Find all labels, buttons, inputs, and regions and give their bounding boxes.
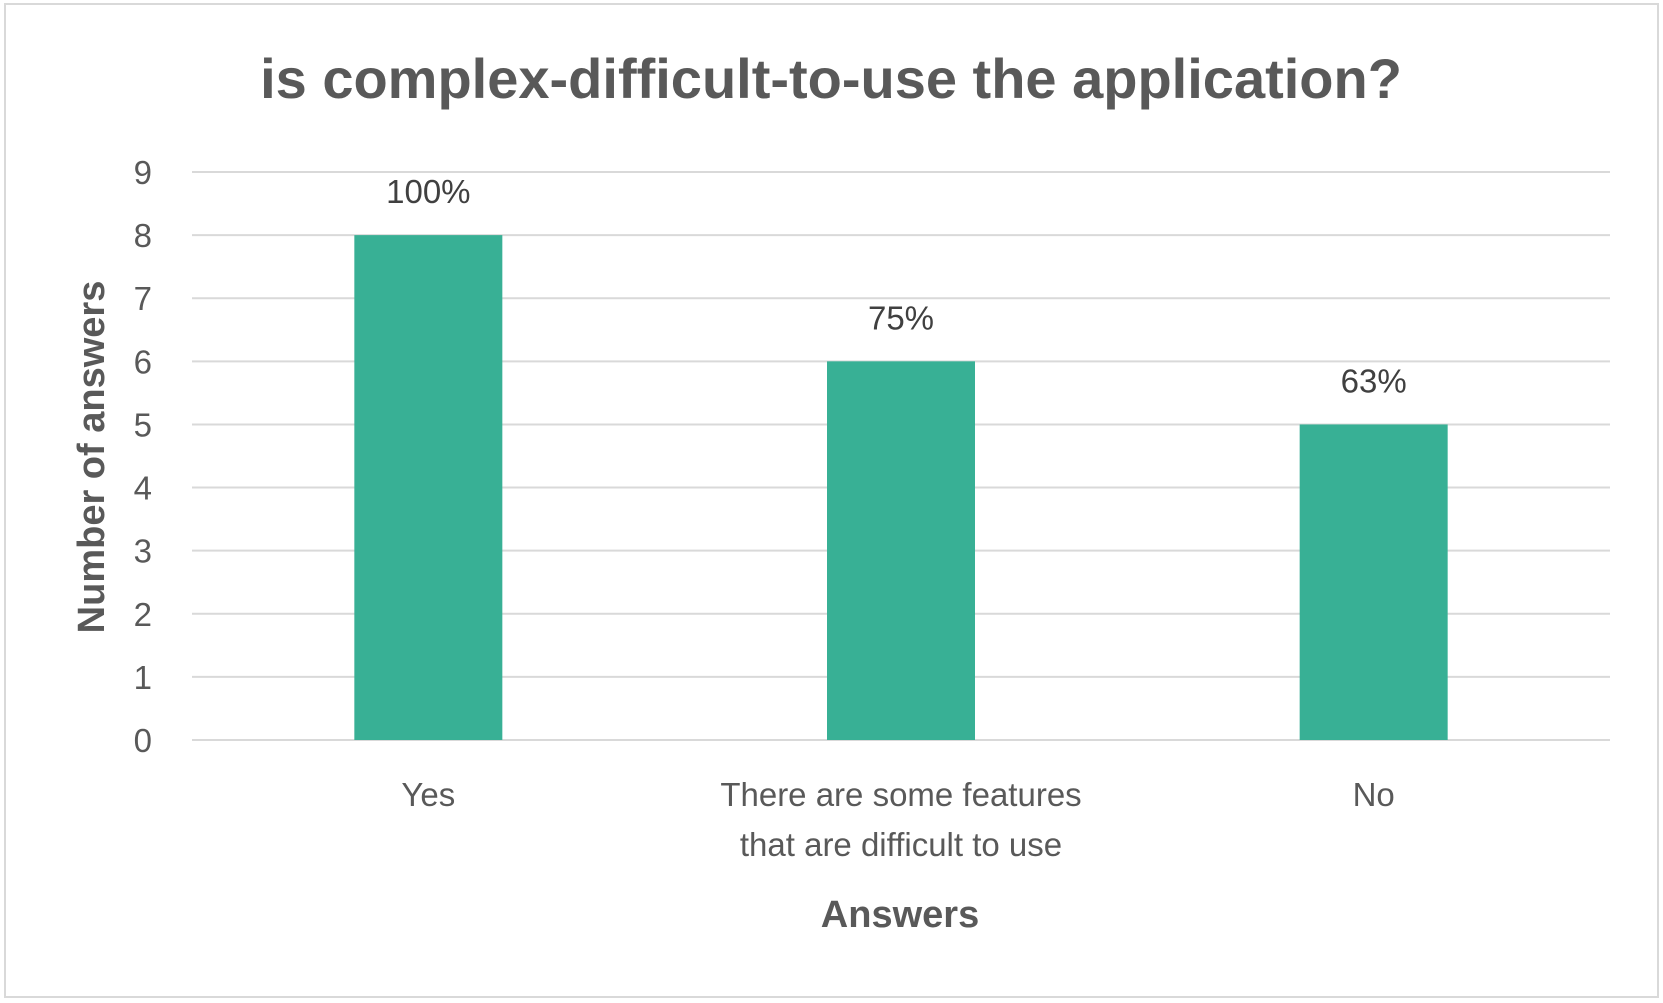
y-tick-label: 2 (134, 596, 152, 633)
x-tick-label: that are difficult to use (740, 826, 1062, 863)
x-tick-label: Yes (401, 776, 455, 813)
x-tick-label: There are some features (720, 776, 1081, 813)
y-tick-label: 1 (134, 659, 152, 696)
y-axis-title: Number of answers (71, 281, 113, 634)
x-axis-ticks: Yes There are some features that are diffi… (401, 776, 1394, 863)
bar-chart: is complex-difficult-to-use the applicat… (71, 47, 1610, 936)
y-tick-label: 6 (134, 343, 152, 380)
y-tick-label: 8 (134, 217, 152, 254)
y-tick-label: 3 (134, 533, 152, 570)
y-axis-ticks: 0 1 2 3 4 5 6 7 8 9 (134, 154, 152, 759)
bar (354, 235, 503, 740)
y-tick-label: 7 (134, 280, 152, 317)
y-tick-label: 5 (134, 406, 152, 443)
data-label: 63% (1341, 362, 1407, 399)
chart-title: is complex-difficult-to-use the applicat… (260, 47, 1402, 110)
y-tick-label: 4 (134, 470, 152, 507)
y-tick-label: 9 (134, 154, 152, 191)
x-axis-title: Answers (821, 894, 979, 936)
data-label: 75% (868, 299, 934, 336)
y-tick-label: 0 (134, 722, 152, 759)
bar (827, 361, 975, 740)
data-label: 100% (386, 173, 470, 210)
x-tick-label: No (1353, 776, 1395, 813)
bar (1299, 424, 1448, 740)
